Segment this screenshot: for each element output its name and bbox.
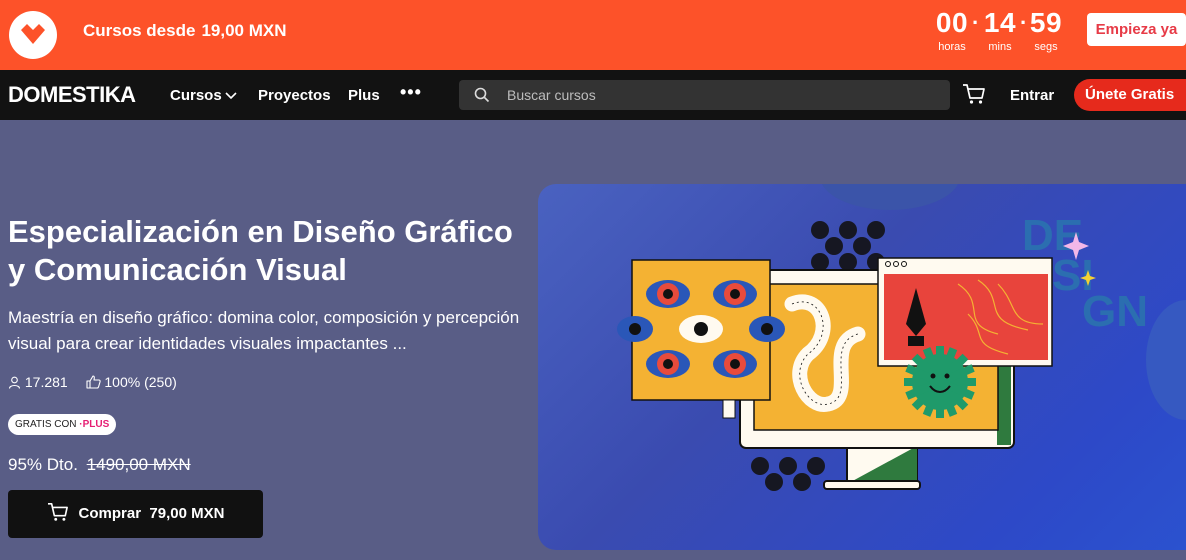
- nav-cursos-label: Cursos: [170, 87, 222, 104]
- background-blob: [821, 184, 959, 210]
- countdown-hours: 00 horas: [934, 7, 970, 53]
- promo-price: 19,00 MXN: [201, 21, 287, 40]
- nav-plus[interactable]: Plus: [348, 87, 380, 104]
- countdown-hours-value: 00: [935, 7, 969, 38]
- dot-pattern-bottom: [751, 457, 825, 491]
- countdown-hours-label: horas: [938, 41, 966, 53]
- design-word-3: GN: [1082, 287, 1148, 336]
- rating-value: 100% (250): [104, 374, 177, 390]
- students-count: 17.281: [24, 374, 68, 390]
- promo-text: Cursos desde 19,00 MXN: [83, 21, 286, 41]
- nav-proyectos[interactable]: Proyectos: [258, 87, 331, 104]
- chevron-down-icon: [225, 92, 237, 100]
- user-icon: [8, 376, 21, 389]
- search-bar[interactable]: [459, 80, 950, 110]
- cart-icon: [963, 84, 985, 104]
- login-link[interactable]: Entrar: [1010, 87, 1054, 104]
- course-cover-image: DE SI GN: [538, 184, 1186, 550]
- search-icon: [474, 87, 490, 103]
- countdown-seconds-value: 59: [1029, 7, 1063, 38]
- course-title: Especialización en Diseño Gráfico y Comu…: [8, 214, 513, 287]
- discount-info: 95% Dto. 1490,00 MXN: [8, 455, 191, 475]
- course-stats: 17.281 100% (250): [8, 374, 177, 390]
- promo-label: Cursos desde: [83, 21, 196, 40]
- discount-label: 95% Dto.: [8, 455, 78, 474]
- countdown-minutes-value: 14: [983, 7, 1017, 38]
- domestika-logo-icon[interactable]: [9, 11, 57, 59]
- navbar: DOMESTIKA Cursos Proyectos Plus ••• Entr…: [0, 70, 1186, 120]
- buy-button[interactable]: Comprar 79,00 MXN: [8, 490, 263, 538]
- cart-icon: [47, 503, 68, 521]
- countdown-minutes: 14 mins: [982, 7, 1018, 53]
- smiley-sticker: [904, 346, 976, 418]
- cover-illustration: DE SI GN: [617, 184, 1186, 491]
- countdown-separator: ·: [972, 10, 980, 35]
- signup-button[interactable]: Únete Gratis: [1074, 79, 1186, 111]
- browser-window-illustration: [877, 257, 1053, 367]
- plus-label: PLUS: [82, 419, 110, 430]
- countdown-seconds-label: segs: [1034, 41, 1058, 53]
- brand-logo[interactable]: DOMESTIKA: [8, 82, 136, 108]
- countdown-separator: ·: [1020, 10, 1028, 35]
- buy-label: Comprar: [78, 505, 142, 522]
- eye-pattern-card: [617, 259, 785, 401]
- start-now-button[interactable]: Empieza ya: [1087, 13, 1186, 46]
- badge-prefix: GRATIS CON: [15, 419, 77, 430]
- buy-price: 79,00 MXN: [149, 505, 225, 522]
- nav-cursos[interactable]: Cursos: [170, 87, 237, 104]
- countdown-seconds: 59 segs: [1028, 7, 1064, 53]
- search-input[interactable]: [507, 80, 937, 110]
- thumbs-up-icon: [85, 375, 101, 389]
- plus-logo: ·PLUS: [79, 419, 110, 430]
- countdown-minutes-label: mins: [988, 41, 1012, 53]
- background-blob: [1146, 300, 1186, 420]
- course-description: Maestría en diseño gráfico: domina color…: [8, 308, 520, 353]
- more-menu-button[interactable]: •••: [400, 82, 422, 103]
- cart-button[interactable]: [962, 83, 986, 110]
- promo-bar: Cursos desde 19,00 MXN 00 horas · 14 mins…: [0, 0, 1186, 70]
- original-price: 1490,00 MXN: [86, 455, 191, 474]
- plus-badge: GRATIS CON ·PLUS: [8, 414, 117, 435]
